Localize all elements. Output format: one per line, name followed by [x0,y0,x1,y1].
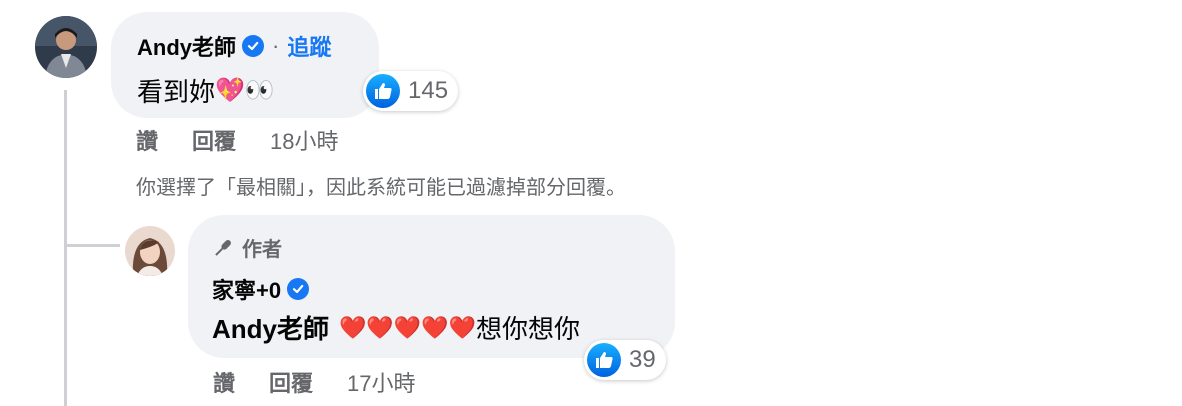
thread-line-vertical [64,90,67,406]
reply-bubble: 作者 家寧+0 Andy老師 ❤️❤️❤️❤️❤️ 想你想你 [188,215,675,358]
separator-dot: · [272,33,280,58]
reply-timestamp[interactable]: 17小時 [347,366,415,398]
author-badge: 作者 [212,233,282,262]
microphone-icon [212,237,234,259]
reply-author-name[interactable]: 家寧+0 [212,273,281,305]
comment-timestamp[interactable]: 18小時 [270,124,338,156]
verified-badge-icon [287,278,310,300]
avatar-andy-image [35,16,97,78]
verified-badge-icon [242,35,265,57]
comment-reaction-count[interactable]: 145 [363,71,459,111]
reply-actions: 讚 回覆 17小時 [213,366,416,398]
comment-author-name[interactable]: Andy老師 [137,30,236,62]
thread-line-branch [64,244,120,247]
like-reaction-icon [366,74,400,108]
comment-actions: 讚 回覆 18小時 [136,124,339,156]
comment-reply-button[interactable]: 回覆 [192,124,236,156]
comment-text: 看到妳 💖👀 [137,72,275,109]
reply-text-body: 想你想你 [475,314,580,344]
follow-button[interactable]: 追蹤 [287,30,331,62]
reply-header: 家寧+0 [212,273,310,305]
comment-emoji: 💖👀 [215,77,275,104]
avatar-jianing-image [125,226,175,276]
comment-like-button[interactable]: 讚 [136,124,158,156]
comment-bubble: Andy老師 · 追蹤 看到妳 💖👀 [111,12,379,118]
comment-header: Andy老師 · 追蹤 [137,30,331,62]
comment-text-body: 看到妳 [137,77,216,107]
filter-notice: 你選擇了「最相關」，因此系統可能已過濾掉部分回覆。 [136,177,626,199]
reply-reaction-count[interactable]: 39 [584,340,666,380]
avatar-andy[interactable] [35,16,97,78]
reply-text: Andy老師 ❤️❤️❤️❤️❤️ 想你想你 [212,309,580,346]
reply-mention-link[interactable]: Andy老師 [212,309,329,346]
reply-hearts: ❤️❤️❤️❤️❤️ [339,314,476,340]
reply-reply-button[interactable]: 回覆 [269,366,313,398]
like-reaction-icon [587,343,621,377]
comment-reaction-number: 145 [408,77,449,104]
reply-like-button[interactable]: 讚 [213,366,235,398]
reply-reaction-number: 39 [629,346,656,373]
author-badge-label: 作者 [242,239,282,261]
avatar-jianing[interactable] [125,226,175,276]
